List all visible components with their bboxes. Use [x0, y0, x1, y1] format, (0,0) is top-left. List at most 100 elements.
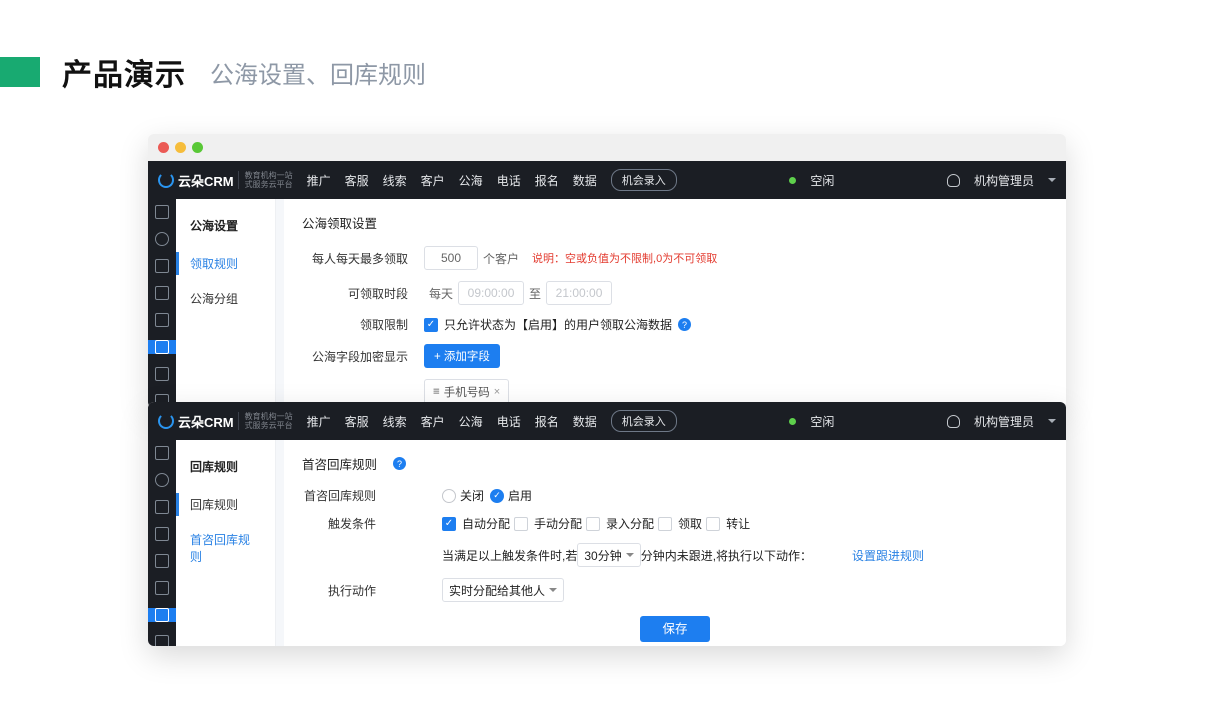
nav-customers[interactable]: 客户 [421, 172, 445, 189]
chip-remove-icon[interactable]: × [494, 386, 500, 398]
restrict-checkbox[interactable] [424, 318, 438, 332]
side-title: 回库规则 [176, 454, 275, 487]
time-label: 可领取时段 [302, 285, 424, 302]
rail-grid-icon[interactable] [155, 205, 169, 219]
user-name[interactable]: 机构管理员 [974, 172, 1034, 189]
window-public-sea: 云朵CRM 教育机构一站式服务云平台 推广 客服 线索 客户 公海 电话 报名 … [148, 134, 1066, 408]
chk-entry[interactable] [586, 517, 600, 531]
status-text: 空闲 [810, 172, 834, 189]
add-field-button[interactable]: + 添加字段 [424, 344, 500, 368]
rail-cloud-icon[interactable] [155, 313, 169, 327]
nav-promo[interactable]: 推广 [307, 172, 331, 189]
brand: 云朵CRM 教育机构一站式服务云平台 [158, 171, 293, 190]
side-menu: 回库规则 回库规则 首咨回库规则 [176, 440, 276, 646]
radio-on[interactable] [490, 489, 504, 503]
nav-leads[interactable]: 线索 [383, 413, 407, 430]
minimize-icon[interactable] [175, 142, 186, 153]
menu-sea-groups[interactable]: 公海分组 [176, 281, 275, 316]
rail-user-icon[interactable] [155, 527, 169, 541]
restrict-label: 领取限制 [302, 316, 424, 333]
status-indicator-icon [789, 177, 796, 184]
nav-phone[interactable]: 电话 [497, 413, 521, 430]
nav-data[interactable]: 数据 [573, 172, 597, 189]
action-select[interactable]: 实时分配给其他人 [442, 578, 564, 602]
rail-user-icon[interactable] [155, 286, 169, 300]
maximize-icon[interactable] [192, 142, 203, 153]
mask-label: 公海字段加密显示 [302, 348, 424, 365]
rail-chart-icon[interactable] [155, 259, 169, 273]
close-icon[interactable] [158, 142, 169, 153]
drag-icon: ≡ [433, 386, 440, 398]
save-button[interactable]: 保存 [640, 616, 709, 642]
time-from-input[interactable] [458, 281, 524, 305]
nav-data[interactable]: 数据 [573, 413, 597, 430]
nav-support[interactable]: 客服 [345, 413, 369, 430]
slide-subtitle: 公海设置、回库规则 [210, 55, 426, 90]
help-icon[interactable]: ? [393, 457, 406, 470]
rail-chart-icon[interactable] [155, 500, 169, 514]
accent-bar [0, 57, 40, 87]
nav-signup[interactable]: 报名 [535, 172, 559, 189]
minutes-select[interactable]: 30分钟 [577, 543, 640, 567]
mac-traffic-lights [148, 134, 1066, 161]
nav-publicsea[interactable]: 公海 [459, 413, 483, 430]
radio-off[interactable] [442, 489, 456, 503]
nav-signup[interactable]: 报名 [535, 413, 559, 430]
menu-claim-rules[interactable]: 领取规则 [176, 246, 275, 281]
chk-claim[interactable] [658, 517, 672, 531]
chevron-down-icon[interactable] [1048, 178, 1056, 182]
nav-customers[interactable]: 客户 [421, 413, 445, 430]
top-nav: 云朵CRM 教育机构一站式服务云平台 推广 客服 线索 客户 公海 电话 报名 … [148, 161, 1066, 199]
bell-icon[interactable] [947, 415, 960, 428]
section-title: 公海领取设置 [302, 213, 1048, 232]
side-title: 公海设置 [176, 213, 275, 246]
chk-auto[interactable] [442, 517, 456, 531]
limit-input[interactable] [424, 246, 478, 270]
nav-support[interactable]: 客服 [345, 172, 369, 189]
rail-triangle-icon[interactable] [155, 608, 169, 622]
rail-triangle-icon[interactable] [155, 367, 169, 381]
status-indicator-icon [789, 418, 796, 425]
slide-title: 产品演示 [62, 50, 186, 94]
cloud-logo-icon [158, 413, 174, 429]
chevron-down-icon [549, 588, 557, 592]
action-label: 执行动作 [302, 582, 392, 599]
set-followup-link[interactable]: 设置跟进规则 [852, 547, 924, 564]
nav-promo[interactable]: 推广 [307, 413, 331, 430]
rail-person-icon[interactable] [155, 635, 169, 646]
menu-return-rules[interactable]: 回库规则 [176, 487, 275, 522]
time-sep: 至 [529, 285, 541, 302]
side-menu: 公海设置 领取规则 公海分组 [176, 199, 276, 408]
top-nav-2: 云朵CRM 教育机构一站式服务云平台 推广 客服 线索 客户 公海 电话 报名 … [148, 402, 1066, 440]
window-return-rules: 云朵CRM 教育机构一站式服务云平台 推广 客服 线索 客户 公海 电话 报名 … [148, 402, 1066, 646]
rail-home-icon[interactable] [155, 581, 169, 595]
limit-note: 说明：空或负值为不限制,0为不可领取 [532, 250, 717, 266]
menu-first-consult[interactable]: 首咨回库规则 [176, 522, 275, 574]
nav-opportunity-button[interactable]: 机会录入 [611, 169, 677, 191]
rail-home-icon[interactable] [155, 340, 169, 354]
nav-publicsea[interactable]: 公海 [459, 172, 483, 189]
chip-label: 手机号码 [444, 384, 490, 400]
brand: 云朵CRM 教育机构一站式服务云平台 [158, 412, 293, 431]
bell-icon[interactable] [947, 174, 960, 187]
help-icon[interactable]: ? [678, 318, 691, 331]
content-panel-2: 首咨回库规则 ? 首咨回库规则 关闭 启用 触发条件 自动分配 [276, 440, 1066, 646]
time-daily: 每天 [429, 285, 453, 302]
chevron-down-icon[interactable] [1048, 419, 1056, 423]
time-to-input[interactable] [546, 281, 612, 305]
chk-transfer[interactable] [706, 517, 720, 531]
rail-grid-icon[interactable] [155, 446, 169, 460]
rail-shield-icon[interactable] [155, 473, 169, 487]
brand-sub: 教育机构一站式服务云平台 [238, 171, 293, 189]
nav-opportunity-button[interactable]: 机会录入 [611, 410, 677, 432]
chevron-down-icon [626, 553, 634, 557]
nav-leads[interactable]: 线索 [383, 172, 407, 189]
rail-shield-icon[interactable] [155, 232, 169, 246]
chk-manual[interactable] [514, 517, 528, 531]
limit-label: 每人每天最多领取 [302, 250, 424, 267]
rail-cloud-icon[interactable] [155, 554, 169, 568]
section-title: 首咨回库规则 [302, 454, 377, 473]
nav-phone[interactable]: 电话 [497, 172, 521, 189]
rule-label: 首咨回库规则 [302, 487, 392, 504]
left-rail [148, 199, 176, 408]
